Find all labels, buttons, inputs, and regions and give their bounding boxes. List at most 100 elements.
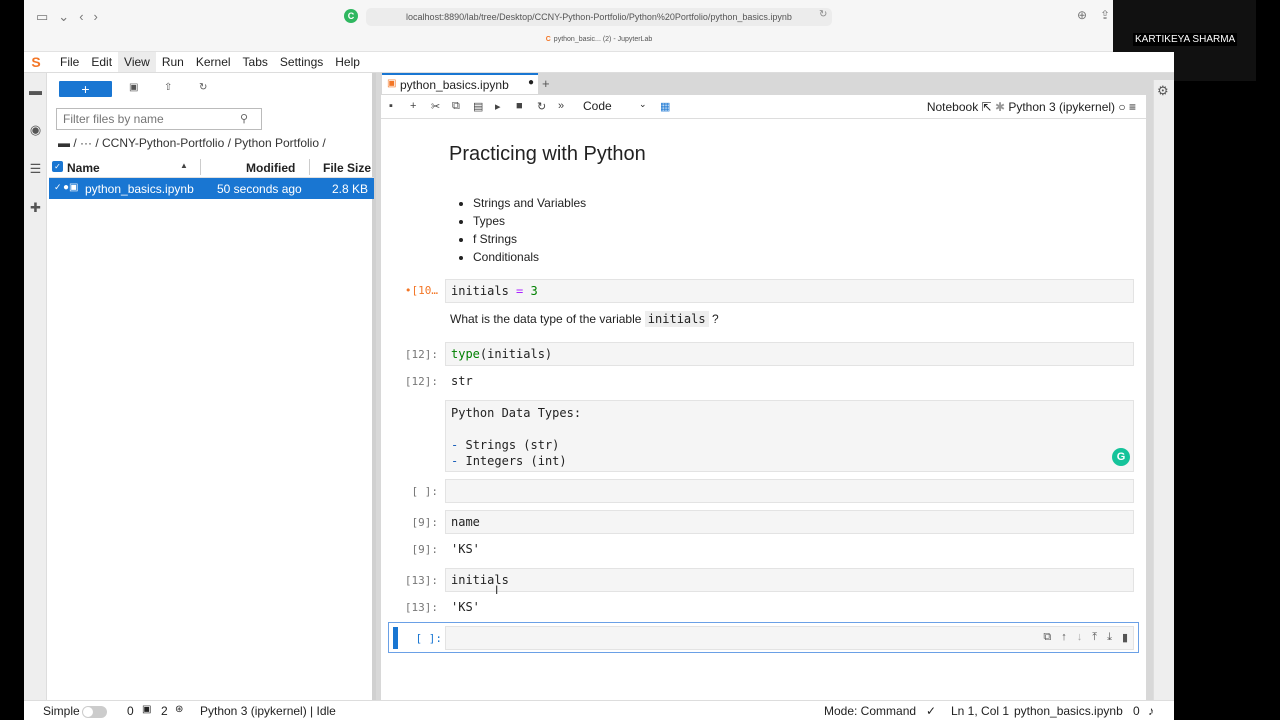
back-icon[interactable]: ‹	[79, 9, 83, 25]
chevron-down-icon[interactable]: ⌄	[58, 9, 69, 25]
move-down-icon[interactable]: ↓	[1077, 631, 1083, 644]
menu-edit[interactable]: Edit	[85, 52, 118, 72]
kernel-name[interactable]: Python 3 (ipykernel)	[1008, 100, 1115, 114]
select-all-checkbox[interactable]: ✓	[52, 161, 63, 172]
column-divider[interactable]	[309, 159, 310, 175]
column-name[interactable]: Name	[67, 161, 100, 175]
fast-forward-icon[interactable]: »	[558, 100, 564, 112]
insert-cell-icon[interactable]: +	[410, 100, 416, 112]
browser-nav: ▭ ⌄ ‹ ›	[36, 9, 98, 25]
menu-icon[interactable]: ≡	[1129, 100, 1136, 114]
output-prompt: [9]:	[411, 543, 439, 556]
screen-border-left	[0, 0, 24, 720]
toc-icon[interactable]: ☰	[24, 161, 47, 177]
property-inspector-icon[interactable]: ▦	[660, 100, 670, 113]
code-cell-input[interactable]: name	[445, 510, 1134, 534]
code-cell-input[interactable]: type(initials)	[445, 342, 1134, 366]
file-row[interactable]: ✓ ●▣ python_basics.ipynb 50 seconds ago …	[49, 178, 374, 199]
duplicate-icon[interactable]: ⧉	[1043, 631, 1051, 644]
kernels-count[interactable]: 2	[161, 704, 168, 718]
filter-files-input[interactable]	[56, 108, 262, 130]
folder-icon[interactable]: ▬	[24, 83, 47, 98]
code-cell-input[interactable]: initials = 3	[445, 279, 1134, 303]
extension-icon[interactable]: C	[344, 9, 358, 23]
breadcrumb[interactable]: ▬ / ··· / CCNY-Python-Portfolio / Python…	[58, 136, 326, 150]
menu-kernel[interactable]: Kernel	[190, 52, 237, 72]
open-external-icon[interactable]: ⇱	[982, 100, 995, 114]
cell-output: 'KS'	[451, 542, 480, 556]
insert-below-icon[interactable]: ⤓	[1107, 631, 1112, 644]
file-name: python_basics.ipynb	[85, 182, 194, 196]
column-modified[interactable]: Modified	[246, 161, 295, 175]
notification-count[interactable]: 0	[1133, 704, 1140, 718]
presenter-name: KARTIKEYA SHARMA	[1133, 33, 1238, 46]
screen-border-right	[1174, 0, 1280, 720]
output-prompt: [13]:	[404, 601, 438, 614]
folder-icon[interactable]: ▬	[58, 136, 70, 150]
address-bar[interactable]: localhost:8890/lab/tree/Desktop/CCNY-Pyt…	[366, 8, 832, 26]
code-cell-input[interactable]	[445, 626, 1134, 650]
grammarly-icon[interactable]: G	[1112, 448, 1130, 466]
menu-run[interactable]: Run	[156, 52, 190, 72]
property-inspector-gear-icon[interactable]: ⚙	[1157, 83, 1169, 99]
refresh-icon[interactable]: ↻	[199, 82, 207, 93]
cell-prompt: [13]:	[404, 574, 438, 587]
kernel-info: Notebook ⇱ ✱ Python 3 (ipykernel) ○ ≡	[927, 100, 1136, 114]
upload-icon[interactable]: ⇧	[164, 82, 172, 93]
insert-above-icon[interactable]: ⤒	[1092, 631, 1097, 644]
run-icon[interactable]: ▸	[495, 100, 501, 113]
notebook-cells[interactable]: Practicing with Python Strings and Varia…	[381, 119, 1146, 700]
stop-icon[interactable]: ■	[516, 100, 523, 112]
list-item: Types	[473, 212, 586, 230]
menu-file[interactable]: File	[54, 52, 85, 72]
running-icon[interactable]: ◉	[24, 122, 47, 138]
bell-icon[interactable]: ♪	[1148, 704, 1154, 718]
tab-python-basics[interactable]: ▣ python_basics.ipynb ●	[382, 73, 538, 94]
new-folder-icon[interactable]: ▣	[129, 82, 138, 93]
status-bar: Simple 0 ▣ 2 ⊛ Python 3 (ipykernel) | Id…	[24, 700, 1174, 720]
notebook-label[interactable]: Notebook	[927, 100, 978, 114]
save-icon[interactable]: ▪	[389, 100, 393, 112]
share-icon[interactable]: ⇪	[1100, 8, 1110, 22]
restart-icon[interactable]: ↻	[537, 100, 546, 113]
reload-icon[interactable]: ↻	[819, 9, 827, 20]
delete-icon[interactable]: ▮	[1122, 631, 1128, 644]
notebook-panel: ▣ python_basics.ipynb ● + ▪ + ✂ ⧉ ▤ ▸ ■ …	[376, 73, 1174, 700]
simple-mode-toggle[interactable]	[82, 706, 107, 718]
check-icon[interactable]: ✓	[54, 182, 62, 193]
cursor-position[interactable]: Ln 1, Col 1	[951, 704, 1009, 718]
file-list-header: ✓ Name ▲ Modified File Size	[49, 157, 374, 178]
forward-icon[interactable]: ›	[94, 9, 98, 25]
menu-settings[interactable]: Settings	[274, 52, 329, 72]
list-item: f Strings	[473, 230, 586, 248]
text-cursor-icon: I	[495, 583, 499, 597]
move-up-icon[interactable]: ↑	[1061, 631, 1067, 644]
code-cell-input[interactable]: initials	[445, 568, 1134, 592]
menu-tabs[interactable]: Tabs	[237, 52, 274, 72]
data-types-cell[interactable]: Python Data Types: - Strings (str) - Int…	[445, 400, 1134, 472]
menu-help[interactable]: Help	[329, 52, 366, 72]
extension-icon[interactable]: ✚	[24, 200, 47, 216]
markdown-list: Strings and Variables Types f Strings Co…	[473, 194, 586, 266]
active-cell[interactable]: [ ]: ⧉ ↑ ↓ ⤒ ⤓ ▮	[388, 622, 1139, 653]
menu-view[interactable]: View	[118, 52, 156, 72]
sidebar-toggle-icon[interactable]: ▭	[36, 9, 48, 25]
column-file-size[interactable]: File Size	[323, 161, 371, 175]
new-launcher-button[interactable]: +	[59, 81, 112, 97]
kernel-status[interactable]: Python 3 (ipykernel) | Idle	[200, 704, 336, 718]
terminals-count[interactable]: 0	[127, 704, 134, 718]
copy-icon[interactable]: ⧉	[452, 100, 460, 113]
unsaved-dot-icon[interactable]: ●	[528, 77, 534, 88]
download-icon[interactable]: ⊕	[1077, 8, 1087, 22]
code-cell-input[interactable]	[445, 479, 1134, 503]
gear-icon: ✱	[994, 100, 1009, 114]
paste-icon[interactable]: ▤	[473, 100, 483, 113]
browser-tab-title[interactable]: Cpython_basic... (2) - JupyterLab	[24, 36, 1174, 43]
cut-icon[interactable]: ✂	[431, 100, 440, 113]
trusted-icon[interactable]: ✓	[926, 704, 936, 718]
cell-type-select[interactable]: Code ⌄	[583, 99, 653, 113]
column-divider[interactable]	[200, 159, 201, 175]
add-tab-icon[interactable]: +	[542, 76, 550, 91]
output-prompt: [12]:	[404, 375, 438, 388]
notebook-icon: ▣	[387, 78, 397, 89]
